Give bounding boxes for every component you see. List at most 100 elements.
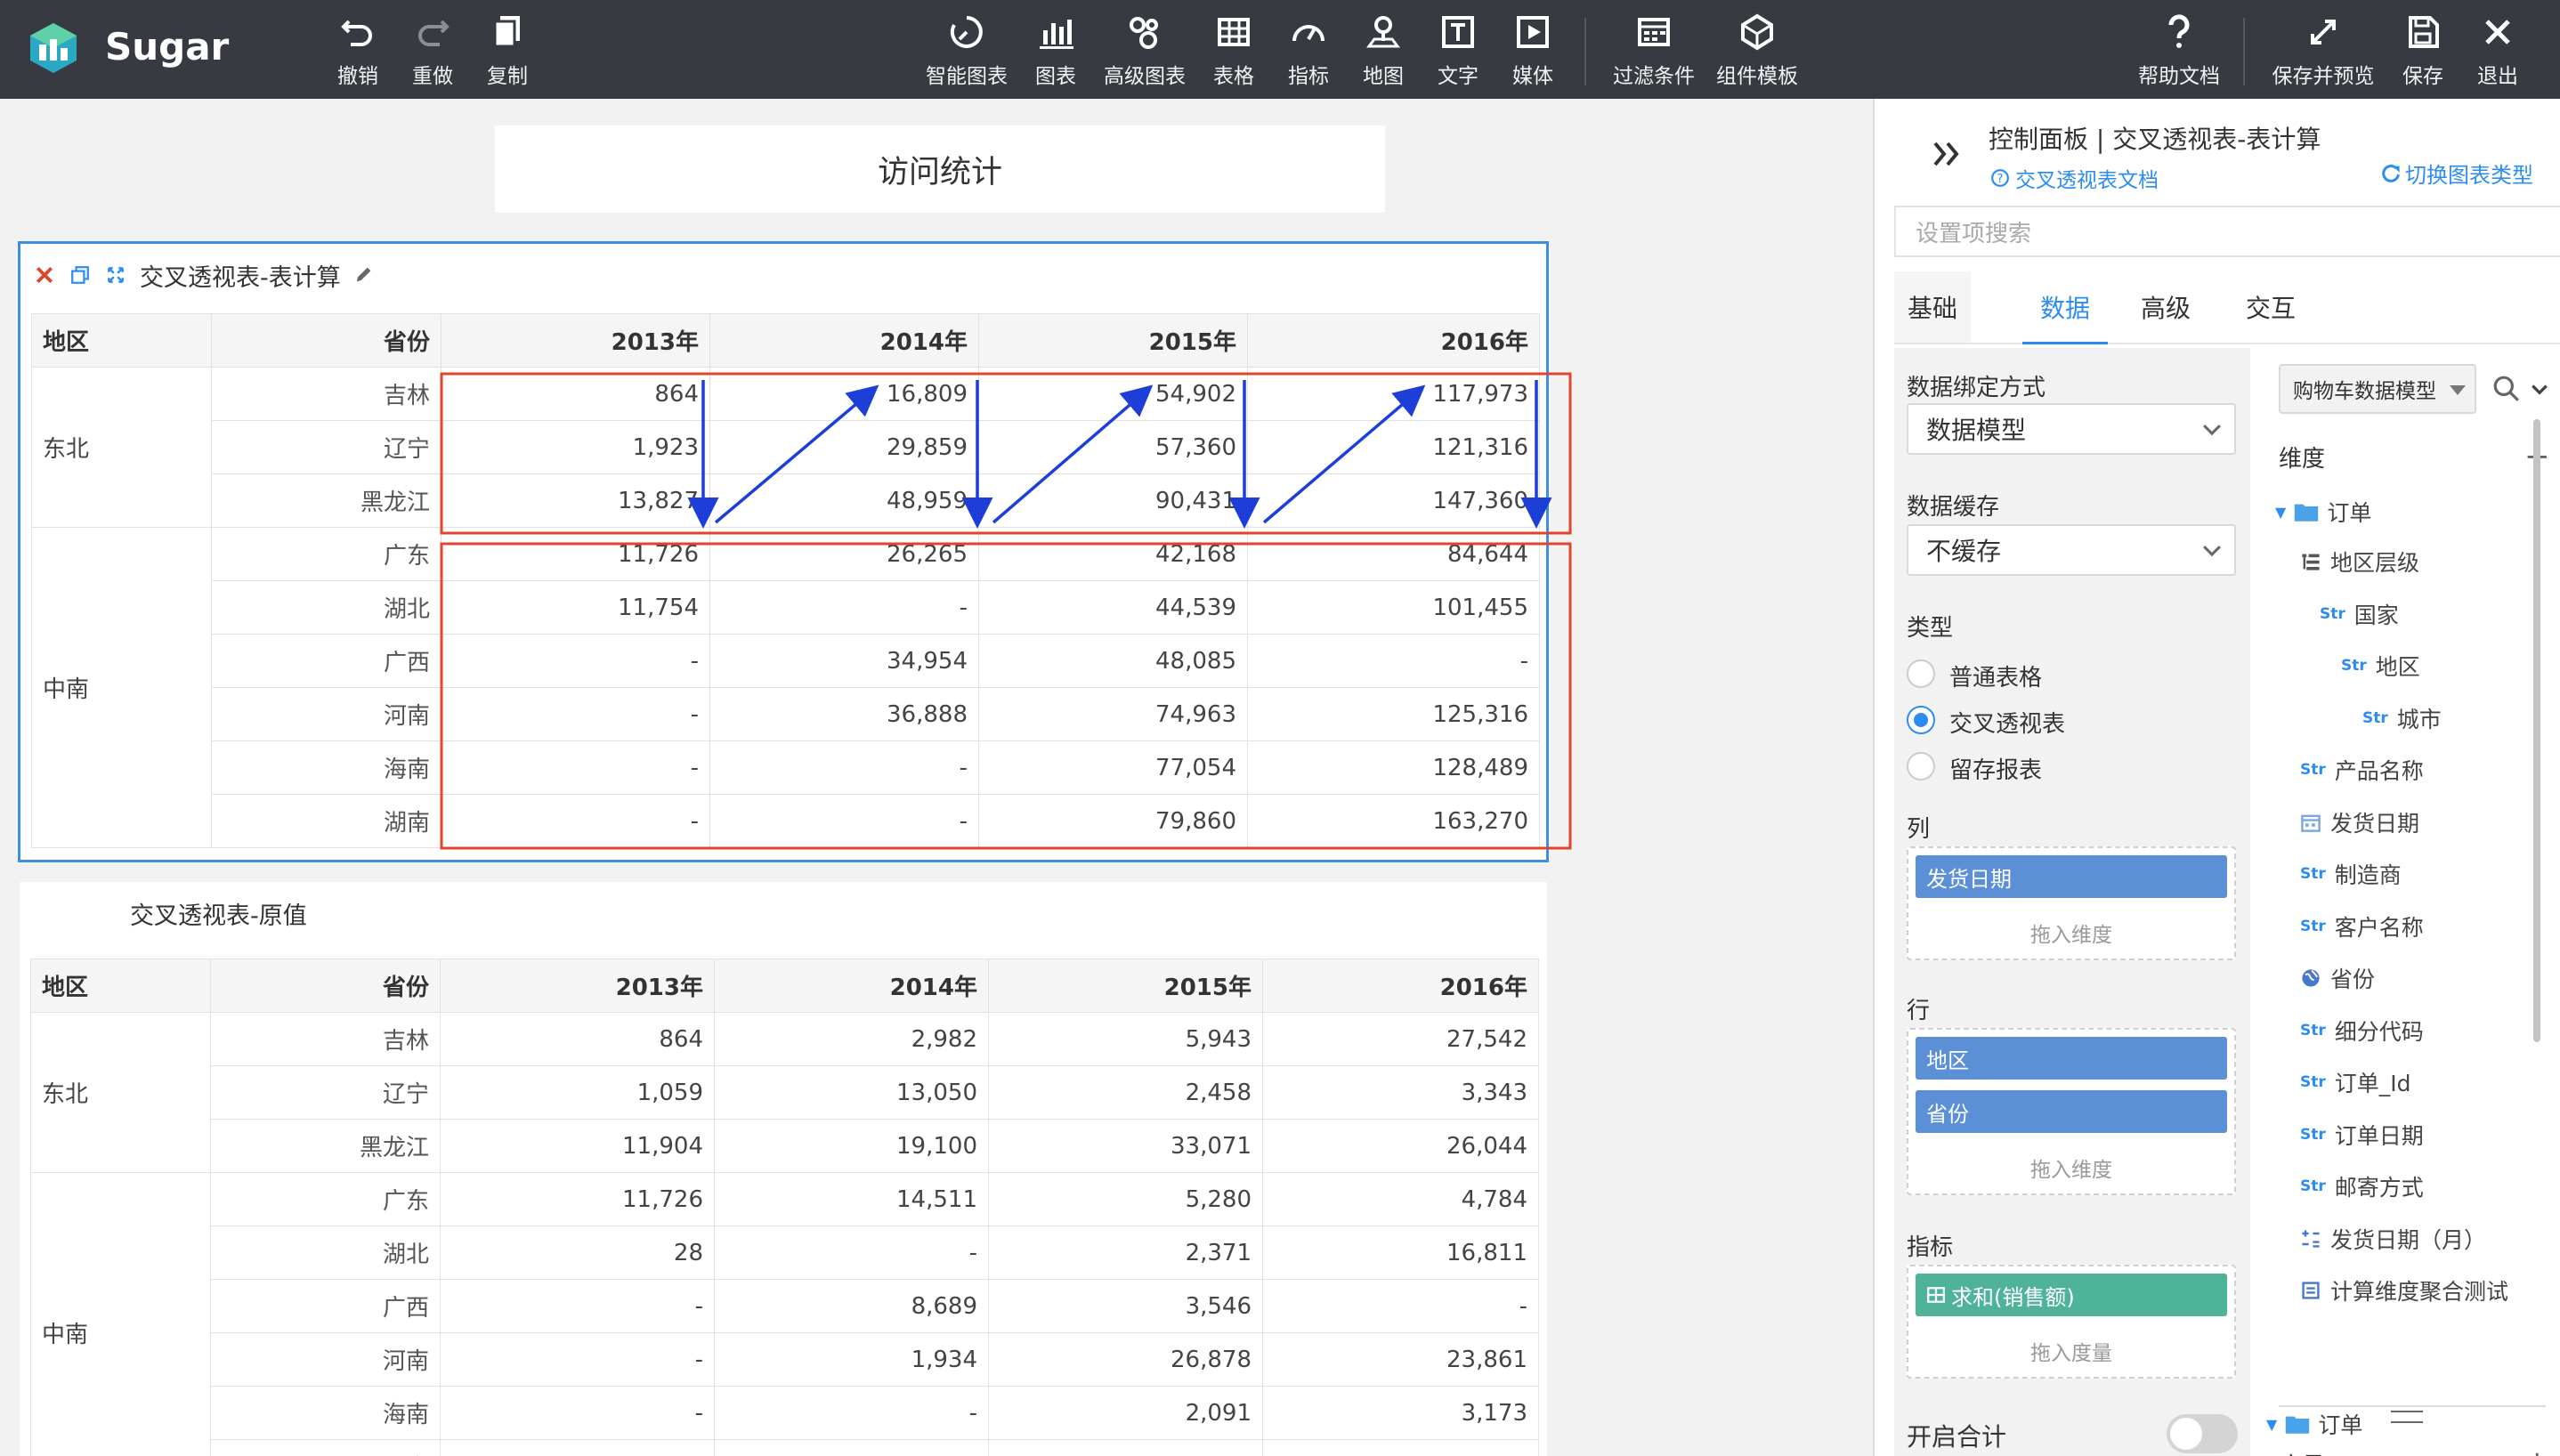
- cache-select[interactable]: 不缓存: [1907, 524, 2236, 576]
- string-type-icon: Str: [2300, 865, 2326, 883]
- save-preview-label: 保存并预览: [2272, 65, 2375, 88]
- tab-interaction[interactable]: 交互: [2232, 271, 2309, 343]
- text-button[interactable]: 文字: [1433, 12, 1483, 89]
- tree-field-item[interactable]: 省份: [2300, 962, 2375, 994]
- tab-basic[interactable]: 基础: [1894, 271, 1971, 343]
- table-button[interactable]: 表格: [1209, 12, 1259, 89]
- card-title: 交叉透视表-原值: [130, 902, 307, 930]
- metrics-dropzone[interactable]: 求和(销售额) 拖入度量: [1907, 1265, 2236, 1379]
- columns-dropzone[interactable]: 发货日期 拖入维度: [1907, 846, 2236, 960]
- toggle-knob: [2170, 1418, 2202, 1450]
- enable-total-toggle[interactable]: [2167, 1414, 2238, 1453]
- value-cell: 2,371: [988, 1225, 1263, 1280]
- help-docs-button[interactable]: 帮助文档: [2133, 12, 2225, 89]
- map-button[interactable]: 地图: [1358, 12, 1408, 89]
- settings-search-input[interactable]: 设置项搜索: [1894, 206, 2560, 257]
- row-field-pill-province[interactable]: 省份: [1916, 1090, 2227, 1133]
- save-button[interactable]: 保存: [2396, 12, 2450, 89]
- switch-chart-type-link[interactable]: 切换图表类型: [2380, 158, 2533, 189]
- chart-label: 图表: [1035, 65, 1076, 88]
- card-title-row: 交叉透视表-原值: [130, 893, 307, 934]
- media-button[interactable]: 媒体: [1508, 12, 1558, 89]
- folder-icon: [2286, 1416, 2310, 1434]
- field-label: 地区层级: [2330, 550, 2420, 576]
- metric-button[interactable]: 指标: [1284, 12, 1333, 89]
- tree-field-item[interactable]: Str 订单日期: [2300, 1119, 2424, 1151]
- tree-field-item[interactable]: 发货日期（月）: [2300, 1223, 2486, 1255]
- enable-total-label: 开启合计: [1907, 1422, 2007, 1452]
- tree-field-item[interactable]: 地区层级: [2300, 546, 2419, 578]
- smart-chart-button[interactable]: 智能图表: [920, 12, 1013, 89]
- tree-field-item[interactable]: Str 国家: [2320, 598, 2399, 630]
- field-label: 发货日期: [2330, 810, 2420, 837]
- string-type-icon: Str: [2300, 1177, 2326, 1195]
- value-cell: 11,726: [440, 1172, 715, 1226]
- doc-link[interactable]: ? 交叉透视表文档: [1990, 163, 2159, 193]
- data-model-select[interactable]: 购物车数据模型: [2279, 364, 2476, 414]
- string-type-icon: Str: [2300, 761, 2326, 779]
- rows-dropzone[interactable]: 地区 省份 拖入维度: [1907, 1028, 2236, 1195]
- advanced-chart-button[interactable]: 高级图表: [1098, 12, 1191, 89]
- media-label: 媒体: [1512, 65, 1553, 88]
- province-cell: 广东: [210, 1172, 441, 1226]
- pivot-table-card-raw[interactable]: 交叉透视表-原值 地区 省份 2013年 2014年 2015年 2016年 东北 吉林 86…: [20, 882, 1547, 1456]
- tree-field-item[interactable]: Str 城市: [2362, 702, 2442, 734]
- undo-button[interactable]: 撤销: [331, 12, 385, 89]
- tree-field-item[interactable]: Str 订单_Id: [2300, 1066, 2411, 1098]
- value-cell: 864: [440, 1012, 715, 1066]
- type-pivot-label: 交叉透视表: [1949, 711, 2066, 738]
- tab-advanced[interactable]: 高级: [2127, 271, 2204, 343]
- tree-folder-orders[interactable]: ▼ 订单: [2275, 496, 2371, 528]
- tree-field-item[interactable]: Str 制造商: [2300, 858, 2402, 890]
- province-cell: 海南: [210, 1386, 441, 1440]
- field-label: 细分代码: [2334, 1018, 2424, 1045]
- add-measure-icon[interactable]: +: [2524, 1444, 2550, 1456]
- header-year: 2016年: [1262, 959, 1539, 1013]
- column-field-pill[interactable]: 发货日期: [1916, 855, 2227, 898]
- field-list-scrollbar[interactable]: [2533, 419, 2540, 1042]
- string-type-icon: Str: [2300, 1021, 2326, 1039]
- field-label: 计算维度聚合测试: [2330, 1279, 2509, 1305]
- table-row: 海南 - -2,091 3,173: [31, 1386, 1539, 1440]
- province-cell: 黑龙江: [210, 1119, 441, 1173]
- resize-handle-icon[interactable]: [2391, 1411, 2423, 1423]
- metric-pill-label: 求和(销售额): [1951, 1284, 2075, 1310]
- redo-button[interactable]: 重做: [406, 12, 459, 89]
- tree-field-item[interactable]: Str 邮寄方式: [2300, 1170, 2424, 1202]
- tree-folder-measures-orders[interactable]: ▼ 订单: [2266, 1408, 2362, 1440]
- chevron-down-icon[interactable]: [2530, 380, 2549, 403]
- radio-pivot-table[interactable]: [1907, 706, 1935, 734]
- value-cell: [1262, 1439, 1539, 1456]
- tab-data[interactable]: 数据: [2022, 271, 2108, 344]
- type-normal-label: 普通表格: [1949, 665, 2043, 692]
- component-template-button[interactable]: 组件模板: [1711, 12, 1803, 89]
- advanced-chart-label: 高级图表: [1104, 65, 1186, 88]
- collapse-panel-icon[interactable]: [1930, 136, 1965, 175]
- help-circle-icon: ?: [1991, 169, 2009, 187]
- filter-button[interactable]: 过滤条件: [1608, 12, 1700, 89]
- tree-field-item[interactable]: 计算维度聚合测试: [2300, 1274, 2508, 1306]
- radio-retention-report[interactable]: [1907, 752, 1935, 781]
- binding-select[interactable]: 数据模型: [1907, 403, 2236, 455]
- row-field-pill-region[interactable]: 地区: [1916, 1037, 2227, 1080]
- tree-field-item[interactable]: Str 细分代码: [2300, 1015, 2424, 1047]
- copy-button[interactable]: 复制: [481, 12, 534, 89]
- value-cell: 3,546: [988, 1279, 1263, 1333]
- tree-field-item[interactable]: 发货日期: [2300, 806, 2419, 838]
- string-type-icon: Str: [2300, 1125, 2326, 1144]
- search-placeholder: 设置项搜索: [1916, 220, 2032, 247]
- value-cell: 3,343: [1262, 1065, 1539, 1120]
- chart-button[interactable]: 图表: [1031, 12, 1081, 89]
- metric-field-pill[interactable]: 求和(销售额): [1916, 1274, 2227, 1316]
- tree-field-item[interactable]: Str 产品名称: [2300, 754, 2424, 786]
- field-label: 地区: [2375, 654, 2420, 680]
- data-config-column: 数据绑定方式 数据模型 数据缓存 不缓存 类型 普通表格 交叉透视表 留存报表 …: [1894, 348, 2250, 1456]
- field-search-icon[interactable]: [2492, 375, 2521, 407]
- value-cell: 4,784: [1262, 1172, 1539, 1226]
- radio-normal-table[interactable]: [1907, 659, 1935, 688]
- tree-field-item[interactable]: Str 客户名称: [2300, 910, 2424, 942]
- cache-value: 不缓存: [1926, 537, 2002, 566]
- tree-field-item[interactable]: Str 地区: [2341, 650, 2420, 682]
- exit-button[interactable]: 退出: [2471, 12, 2524, 89]
- save-and-preview-button[interactable]: 保存并预览: [2268, 12, 2378, 89]
